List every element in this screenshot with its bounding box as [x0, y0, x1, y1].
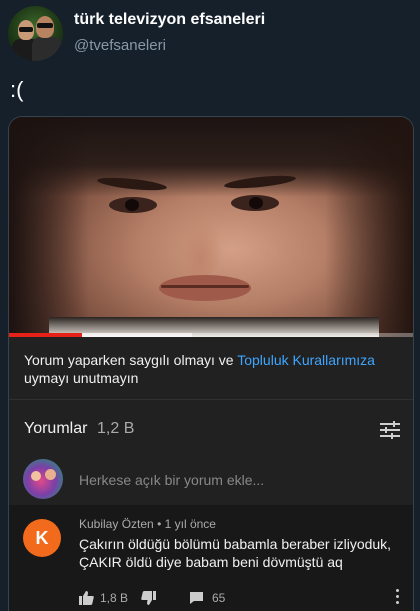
tweet-header: türk televizyon efsaneleri @tvefsaneleri: [8, 6, 412, 62]
user-handle[interactable]: @tvefsaneleri: [74, 37, 166, 54]
comments-title: Yorumlar: [24, 420, 88, 437]
display-name[interactable]: türk televizyon efsaneleri: [74, 11, 265, 29]
thumbs-down-icon: [141, 591, 156, 605]
commenter-avatar[interactable]: K: [23, 519, 61, 557]
sort-filter-icon[interactable]: [379, 420, 401, 440]
dislike-button[interactable]: [141, 591, 156, 605]
tweet-text: :(: [10, 77, 24, 102]
comment-item: K Kubilay Özten • 1 yıl önce Çakırın öld…: [9, 505, 413, 611]
comment-time: 1 yıl önce: [164, 517, 216, 531]
community-guidelines-link[interactable]: Topluluk Kurallarımıza: [237, 352, 375, 368]
comment-body: Çakırın öldüğü bölümü babamla beraber iz…: [79, 536, 392, 570]
comments-count: 1,2 B: [97, 420, 135, 437]
thumbs-up-icon: [79, 591, 94, 605]
current-user-avatar: [23, 459, 63, 499]
comments-header: Yorumlar 1,2 B: [9, 399, 413, 459]
like-count: 1,8 B: [100, 591, 129, 605]
notice-text-before: Yorum yaparken saygılı olmayı ve: [24, 352, 238, 368]
video-thumbnail[interactable]: [9, 117, 413, 337]
meta-separator: •: [157, 517, 165, 531]
add-comment-input[interactable]: Herkese açık bir yorum ekle...: [79, 472, 264, 488]
comment-author[interactable]: Kubilay Özten: [79, 517, 154, 531]
reply-icon: [190, 592, 203, 604]
community-guidelines-notice: Yorum yaparken saygılı olmayı ve Toplulu…: [9, 337, 413, 399]
like-button[interactable]: 1,8 B: [79, 591, 128, 605]
reply-button[interactable]: 65: [189, 591, 225, 605]
comment-meta: Kubilay Özten • 1 yıl önce: [79, 517, 216, 531]
youtube-screenshot-card: Yorum yaparken saygılı olmayı ve Toplulu…: [8, 116, 414, 611]
reply-count: 65: [212, 591, 226, 605]
more-options-icon[interactable]: [394, 589, 400, 607]
add-comment-row[interactable]: Herkese açık bir yorum ekle...: [9, 459, 413, 505]
notice-text-after: uymayı unutmayın: [24, 370, 139, 386]
profile-avatar[interactable]: [8, 6, 63, 61]
